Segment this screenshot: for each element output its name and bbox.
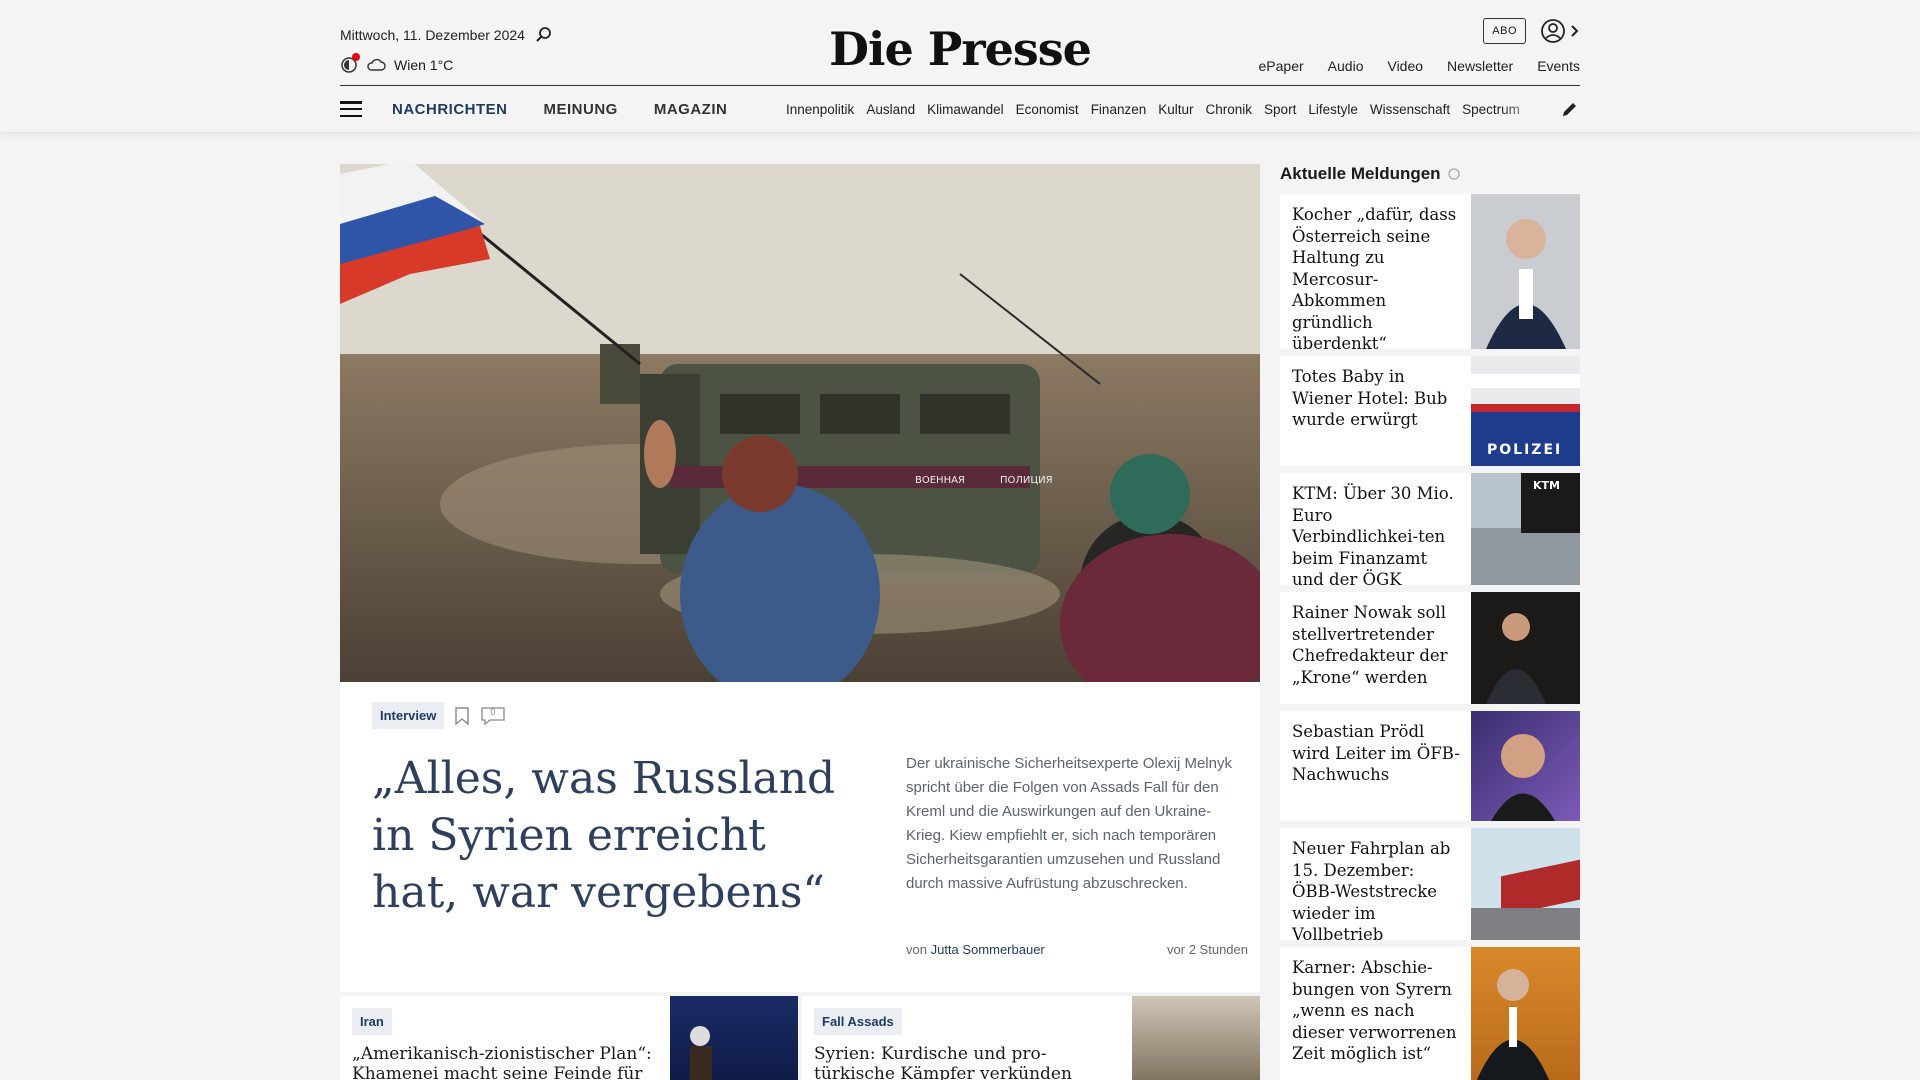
card-tag[interactable]: Iran [352, 1008, 392, 1035]
vehicle-label-1: ВОЕННАЯ [915, 475, 965, 486]
main-nav: NACHRICHTEN MEINUNG MAGAZIN [392, 101, 727, 118]
sub-nav: Innenpolitik Ausland Klimawandel Economi… [786, 102, 1546, 117]
hero-body: Interview 0 „Alles, was Russland in Syri… [340, 682, 1260, 992]
link-video[interactable]: Video [1387, 58, 1423, 74]
sidebar-heading: Aktuelle Meldungen [1280, 164, 1580, 184]
quick-links: ePaper Audio Video Newsletter Events [1259, 58, 1580, 74]
hero-title[interactable]: „Alles, was Russland in Syrien erreicht … [372, 750, 842, 921]
news-item-image[interactable] [1471, 194, 1580, 349]
hero-tag[interactable]: Interview [372, 702, 445, 729]
refresh-icon [1447, 168, 1460, 180]
vehicle-label-2: ПОЛИЦИЯ [1000, 475, 1053, 486]
subnav-klimawandel[interactable]: Klimawandel [927, 102, 1004, 117]
search-icon[interactable] [535, 26, 553, 44]
navigation-bar: NACHRICHTEN MEINUNG MAGAZIN Innenpolitik… [340, 86, 1580, 132]
news-item[interactable]: Rainer Nowak soll stellvertretender Chef… [1280, 592, 1580, 704]
account-area: ABO [1483, 18, 1580, 44]
latest-news-sidebar: Aktuelle Meldungen Kocher „dafür, dass Ö… [1280, 164, 1580, 1080]
pencil-icon[interactable] [1560, 99, 1580, 119]
news-item[interactable]: Kocher „dafür, dass Österreich seine Hal… [1280, 194, 1580, 353]
current-date: Mittwoch, 11. Dezember 2024 [340, 27, 525, 43]
subnav-innenpolitik[interactable]: Innenpolitik [786, 102, 854, 117]
byline-prefix: von [906, 942, 927, 957]
news-item-image[interactable] [1471, 711, 1580, 821]
comment-count: 0 [490, 706, 496, 717]
sidebar-heading-text: Aktuelle Meldungen [1280, 164, 1441, 183]
author-link[interactable]: Jutta Sommerbauer [931, 942, 1045, 957]
subnav-sport[interactable]: Sport [1264, 102, 1296, 117]
hero-teaser: Der ukrainische Sicherheitsexperte Olexi… [906, 755, 1232, 892]
bookmark-icon[interactable] [454, 706, 470, 726]
nav-magazin[interactable]: MAGAZIN [654, 101, 728, 118]
night-mode-icon[interactable] [340, 53, 360, 74]
card-tag[interactable]: Fall Assads [814, 1008, 902, 1035]
subnav-kultur[interactable]: Kultur [1158, 102, 1193, 117]
subnav-economist[interactable]: Economist [1016, 102, 1079, 117]
news-item-image[interactable] [1471, 947, 1580, 1080]
hero-image[interactable]: ВОЕННАЯ ПОЛИЦИЯ [340, 164, 1260, 682]
nav-nachrichten[interactable]: NACHRICHTEN [392, 101, 508, 118]
hero-tags: Interview 0 [372, 702, 506, 729]
card-title[interactable]: „Amerikanisch-zionistischer Plan“: Khame… [352, 1044, 662, 1080]
news-item[interactable]: Karner: Abschie-bungen von Syrern „wenn … [1280, 947, 1580, 1080]
news-item-title[interactable]: Kocher „dafür, dass Österreich seine Hal… [1292, 204, 1462, 355]
user-icon[interactable] [1540, 18, 1580, 44]
news-item[interactable]: Neuer Fahrplan ab 15. Dezember: ÖBB-West… [1280, 828, 1580, 944]
news-item-title[interactable]: Totes Baby in Wiener Hotel: Bub wurde er… [1292, 366, 1462, 431]
subnav-lifestyle[interactable]: Lifestyle [1308, 102, 1358, 117]
subnav-wissenschaft[interactable]: Wissenschaft [1370, 102, 1450, 117]
news-item-image[interactable] [1471, 828, 1580, 940]
news-item-image[interactable]: KTM [1471, 473, 1580, 585]
news-item-title[interactable]: Karner: Abschie-bungen von Syrern „wenn … [1292, 957, 1462, 1065]
news-item-title[interactable]: KTM: Über 30 Mio. Euro Verbindlichkei-te… [1292, 483, 1462, 591]
site-header: Mittwoch, 11. Dezember 2024 Wien 1°C Die… [0, 0, 1920, 132]
card-title[interactable]: Syrien: Kurdische und pro-türkische Kämp… [814, 1044, 1124, 1080]
menu-icon[interactable] [340, 101, 362, 117]
weather-text[interactable]: Wien 1°C [394, 57, 453, 73]
subnav-chronik[interactable]: Chronik [1206, 102, 1253, 117]
hero-article[interactable]: ВОЕННАЯ ПОЛИЦИЯ Interview 0 „Alles, was … [340, 164, 1260, 992]
link-audio[interactable]: Audio [1328, 58, 1364, 74]
article-card[interactable]: Fall Assads Syrien: Kurdische und pro-tü… [802, 996, 1260, 1080]
news-item[interactable]: KTM: Über 30 Mio. Euro Verbindlichkei-te… [1280, 473, 1580, 589]
nav-meinung[interactable]: MEINUNG [544, 101, 618, 118]
news-item[interactable]: Sebastian Prödl wird Leiter im ÖFB-Nachw… [1280, 711, 1580, 821]
comment-icon[interactable]: 0 [480, 706, 506, 726]
weather-row: Wien 1°C [340, 53, 453, 74]
subnav-spectrum[interactable]: Spectrum [1462, 102, 1520, 117]
byline: von Jutta Sommerbauer [906, 942, 1045, 957]
link-events[interactable]: Events [1537, 58, 1580, 74]
date-row: Mittwoch, 11. Dezember 2024 [340, 26, 553, 44]
police-label: POLIZEI [1487, 442, 1563, 458]
subnav-finanzen[interactable]: Finanzen [1091, 102, 1147, 117]
article-card[interactable]: Iran „Amerikanisch-zionistischer Plan“: … [340, 996, 798, 1080]
news-item-title[interactable]: Neuer Fahrplan ab 15. Dezember: ÖBB-West… [1292, 838, 1462, 946]
subnav-ausland[interactable]: Ausland [866, 102, 915, 117]
card-image[interactable] [1132, 996, 1260, 1080]
abo-button[interactable]: ABO [1483, 18, 1526, 44]
news-item-image[interactable]: POLIZEI [1471, 356, 1580, 466]
chevron-right-icon [1571, 25, 1579, 37]
publish-time: vor 2 Stunden [1167, 942, 1248, 957]
cloud-icon [367, 58, 386, 71]
site-logo[interactable]: Die Presse [829, 22, 1092, 76]
card-image[interactable] [670, 996, 798, 1080]
link-newsletter[interactable]: Newsletter [1447, 58, 1513, 74]
notification-dot [352, 53, 360, 61]
news-item[interactable]: Totes Baby in Wiener Hotel: Bub wurde er… [1280, 356, 1580, 466]
ktm-label: KTM [1533, 479, 1560, 492]
news-item-title[interactable]: Sebastian Prödl wird Leiter im ÖFB-Nachw… [1292, 721, 1462, 786]
news-item-title[interactable]: Rainer Nowak soll stellvertretender Chef… [1292, 602, 1462, 688]
link-epaper[interactable]: ePaper [1259, 58, 1304, 74]
news-item-image[interactable] [1471, 592, 1580, 704]
